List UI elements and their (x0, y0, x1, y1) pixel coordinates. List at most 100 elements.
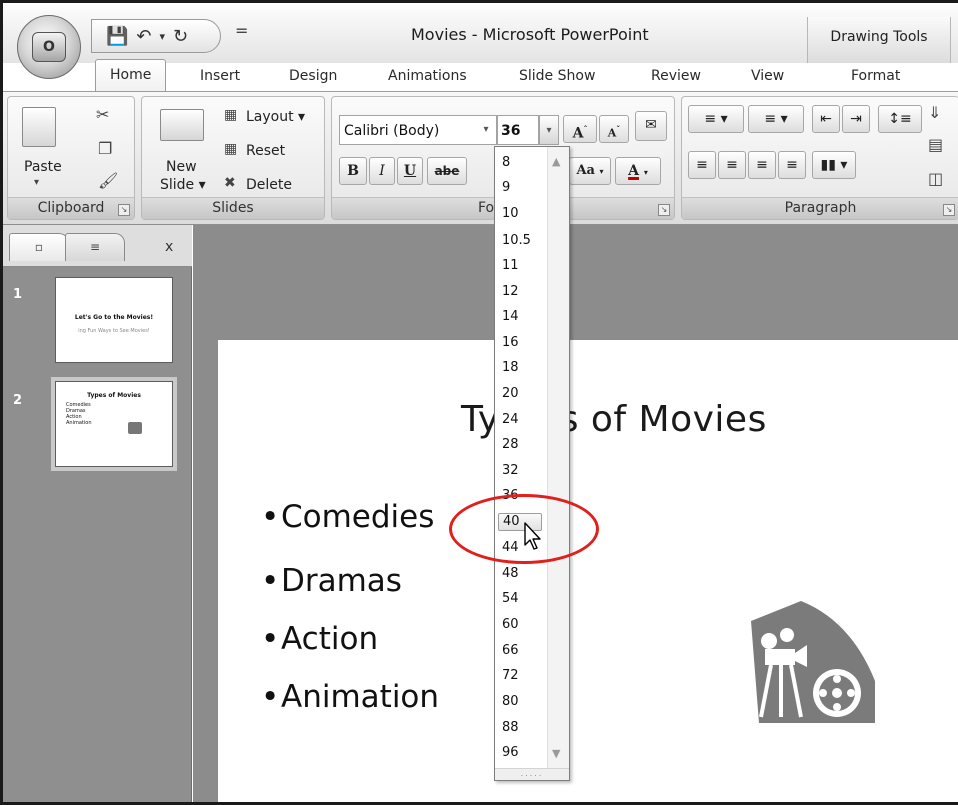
tab-home[interactable]: Home (95, 59, 167, 91)
font-size-option[interactable]: 48 (502, 566, 519, 582)
change-case-button[interactable]: Aa ▾ (569, 157, 611, 185)
close-pane-button[interactable]: x (165, 239, 173, 255)
increase-indent-button[interactable]: ⇥ (842, 105, 870, 133)
numbering-button[interactable]: ≡ ▾ (748, 105, 804, 133)
font-launcher-icon[interactable]: ↘ (658, 204, 670, 216)
font-color-button[interactable]: A ▾ (615, 157, 661, 185)
tab-design[interactable]: Design (289, 68, 337, 84)
text-direction-icon[interactable]: ⇓ (928, 103, 941, 122)
tab-insert[interactable]: Insert (200, 68, 240, 84)
delete-button[interactable]: Delete (246, 177, 292, 193)
font-size-option[interactable]: 54 (502, 591, 519, 607)
align-left-button[interactable]: ≡ (688, 151, 716, 179)
font-size-combo[interactable]: 36 (497, 115, 539, 145)
font-name-dropdown-icon[interactable]: ▾ (475, 115, 497, 145)
quick-access-toolbar: 💾 ↶ ▾ ↻ (91, 19, 221, 53)
paste-icon[interactable] (22, 107, 56, 147)
font-size-option[interactable]: 16 (502, 335, 519, 351)
paste-dropdown-icon[interactable]: ▾ (34, 177, 39, 188)
format-painter-icon[interactable]: 🖌 (98, 171, 118, 190)
cut-icon[interactable]: ✂ (96, 105, 109, 124)
office-logo-icon: O (32, 32, 66, 62)
font-size-option[interactable]: 12 (502, 284, 519, 300)
clipboard-launcher-icon[interactable]: ↘ (118, 204, 130, 216)
dropdown-scrollbar[interactable]: ▲ ▼ (547, 147, 569, 769)
movie-camera-clipart-icon[interactable] (741, 601, 875, 723)
justify-button[interactable]: ≡ (778, 151, 806, 179)
strikethrough-button[interactable]: abe (427, 157, 467, 185)
save-icon[interactable]: 💾 (106, 26, 128, 47)
font-size-option[interactable]: 8 (502, 155, 510, 171)
font-size-option[interactable]: 80 (502, 694, 519, 710)
copy-icon[interactable]: ❐ (98, 139, 112, 158)
bullet-item[interactable]: •Comedies (261, 499, 434, 535)
font-size-option[interactable]: 66 (502, 643, 519, 659)
tab-slide-show[interactable]: Slide Show (519, 68, 595, 84)
paragraph-launcher-icon[interactable]: ↘ (943, 204, 955, 216)
layout-icon: ▦ (224, 107, 238, 123)
tab-outline[interactable]: ≡ (65, 233, 125, 261)
font-size-option[interactable]: 60 (502, 617, 519, 633)
font-size-option[interactable]: 10.5 (502, 233, 531, 249)
drawing-tools-label: Drawing Tools (807, 17, 951, 63)
slide-thumbnail-2[interactable]: Types of Movies Comedies Dramas Action A… (51, 377, 177, 471)
redo-icon[interactable]: ↻ (173, 26, 188, 47)
font-size-option[interactable]: 32 (502, 463, 519, 479)
bold-button[interactable]: B (339, 157, 367, 185)
slides-group: New Slide ▾ ▦ Layout ▾ ▦ Reset ✖ Delete … (141, 96, 325, 220)
smartart-icon[interactable]: ◫ (928, 169, 943, 188)
slides-group-label: Slides (142, 197, 324, 219)
tab-view[interactable]: View (751, 68, 784, 84)
shrink-font-button[interactable]: Aˇ (599, 115, 629, 143)
reset-button[interactable]: Reset (246, 143, 285, 159)
scroll-down-icon[interactable]: ▼ (552, 747, 560, 760)
line-spacing-button[interactable]: ↕≡ (878, 105, 922, 133)
tab-format[interactable]: Format (851, 68, 900, 84)
decrease-indent-button[interactable]: ⇤ (812, 105, 840, 133)
font-size-option[interactable]: 14 (502, 309, 519, 325)
font-size-dropdown-button[interactable]: ▾ (539, 115, 559, 145)
font-size-option[interactable]: 72 (502, 668, 519, 684)
font-size-option[interactable]: 28 (502, 437, 519, 453)
tab-review[interactable]: Review (651, 68, 701, 84)
office-button[interactable]: O (17, 15, 81, 79)
bullet-item[interactable]: •Dramas (261, 563, 402, 599)
layout-button[interactable]: Layout ▾ (246, 109, 305, 125)
new-slide-icon[interactable] (160, 109, 204, 141)
paste-button[interactable]: Paste (24, 159, 62, 175)
font-size-option[interactable]: 9 (502, 180, 510, 196)
thumb-clipart-icon (128, 422, 142, 434)
font-name-combo[interactable]: Calibri (Body) (339, 115, 497, 145)
font-size-option[interactable]: 20 (502, 386, 519, 402)
clipboard-group-label: Clipboard (8, 197, 134, 219)
tab-animations[interactable]: Animations (388, 68, 467, 84)
italic-button[interactable]: I (369, 157, 395, 185)
align-text-icon[interactable]: ▤ (928, 135, 943, 154)
columns-button[interactable]: ▮▮ ▾ (812, 151, 856, 179)
font-size-option[interactable]: 10 (502, 206, 519, 222)
tab-slides-thumbnails[interactable]: ▫ (9, 233, 69, 261)
dropdown-resize-grip[interactable]: ..... (495, 768, 569, 780)
underline-button[interactable]: U (397, 157, 423, 185)
font-size-option[interactable]: 18 (502, 360, 519, 376)
bullets-button[interactable]: ≡ ▾ (688, 105, 744, 133)
clear-formatting-button[interactable]: ✉ (635, 111, 667, 141)
undo-icon[interactable]: ↶ (136, 26, 151, 47)
scroll-up-icon[interactable]: ▲ (552, 155, 560, 168)
bullet-item[interactable]: •Action (261, 621, 378, 657)
undo-dropdown-icon[interactable]: ▾ (160, 30, 166, 43)
grow-font-button[interactable]: Aˆ (563, 115, 597, 143)
align-right-button[interactable]: ≡ (748, 151, 776, 179)
new-slide-button[interactable]: New (166, 159, 197, 175)
font-size-option[interactable]: 24 (502, 412, 519, 428)
font-size-option[interactable]: 88 (502, 720, 519, 736)
font-size-option[interactable]: 96 (502, 745, 519, 761)
slide-thumbnail-1[interactable]: Let's Go to the Movies! ing Fun Ways to … (55, 277, 173, 363)
center-button[interactable]: ≡ (718, 151, 746, 179)
paragraph-group: ≡ ▾ ≡ ▾ ⇤ ⇥ ↕≡ ⇓ ≡ ≡ ≡ ≡ ▮▮ ▾ ▤ ◫ Paragr… (681, 96, 958, 220)
customize-qat-button[interactable]: = (235, 21, 248, 40)
bullet-item[interactable]: •Animation (261, 679, 439, 715)
new-slide-label[interactable]: Slide ▾ (160, 177, 206, 193)
font-size-option[interactable]: 11 (502, 258, 519, 274)
font-size-dropdown-list[interactable]: ▲ ▼ 8 9 10 10.5 11 12 14 16 18 20 24 28 … (494, 146, 570, 781)
